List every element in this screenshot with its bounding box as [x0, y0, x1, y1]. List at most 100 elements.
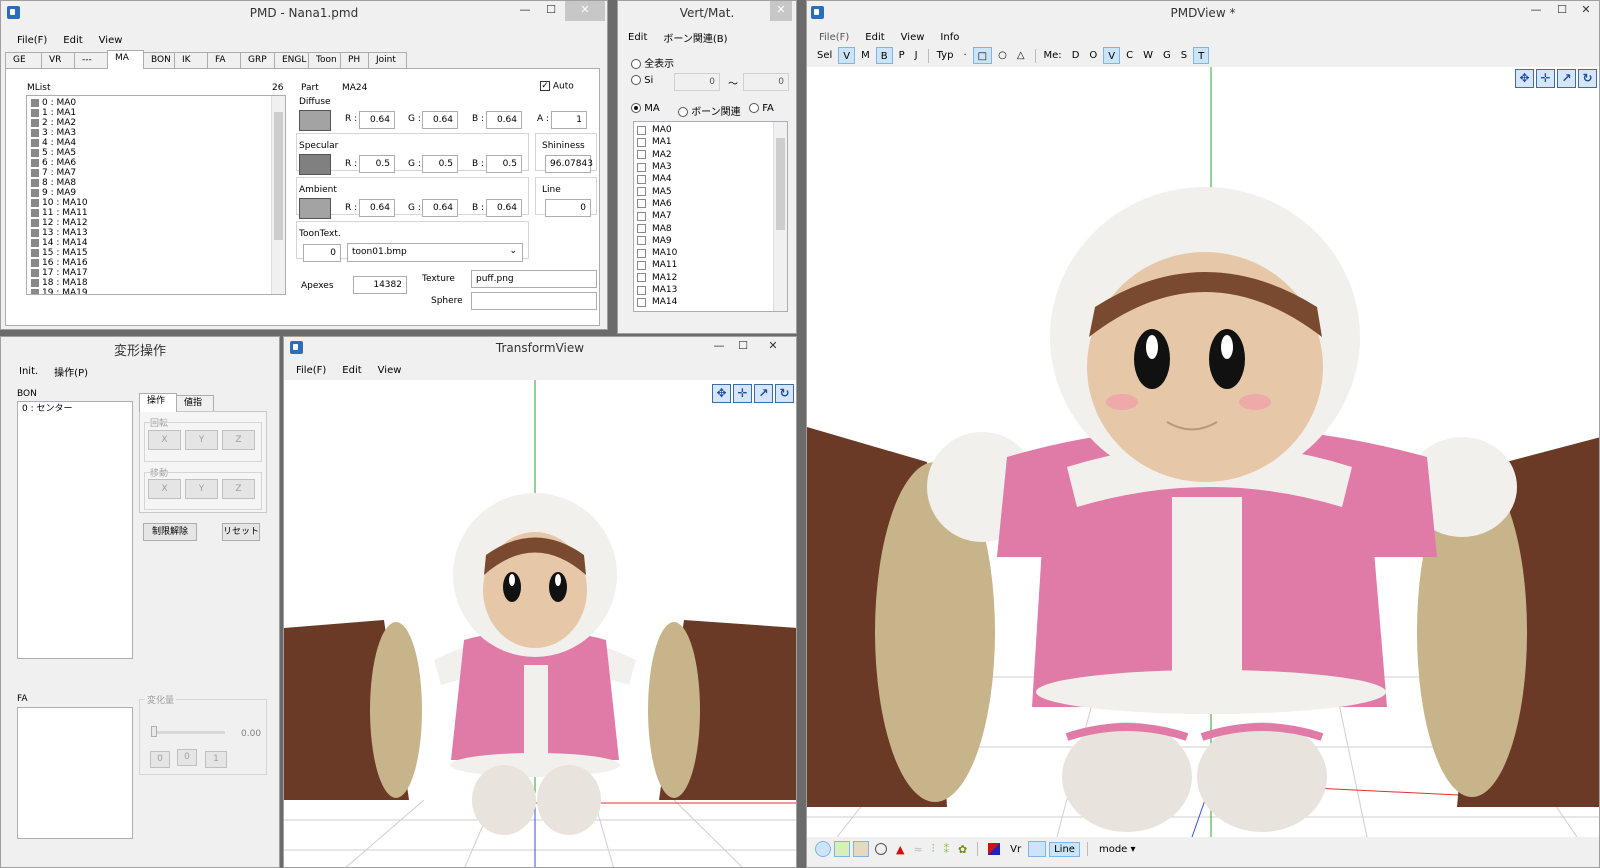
tab-bon[interactable]: BON: [143, 52, 175, 69]
bone-icon[interactable]: ⫶: [932, 842, 935, 856]
triangle-icon[interactable]: △: [1013, 47, 1029, 64]
menu-edit[interactable]: Edit: [620, 32, 655, 43]
zoom-icon[interactable]: ↗: [754, 384, 773, 403]
transform-viewport[interactable]: ✥ ✛ ↗ ↻: [284, 380, 796, 867]
tab-toon[interactable]: Toon: [308, 52, 341, 69]
list-item[interactable]: 0 : センター: [22, 404, 128, 414]
specular-swatch[interactable]: [299, 154, 331, 175]
light-icon[interactable]: [834, 841, 850, 857]
tool-j[interactable]: J: [911, 47, 922, 64]
edge-icon[interactable]: ≈: [913, 843, 922, 856]
tool-v[interactable]: V: [838, 47, 856, 64]
radio-bone[interactable]: ボーン関連: [678, 103, 741, 118]
list-item[interactable]: 0 : MA0: [31, 98, 281, 108]
texture-field[interactable]: puff.png: [471, 270, 597, 288]
list-item[interactable]: 2 : MA2: [31, 118, 281, 128]
list-item[interactable]: MA7: [637, 210, 784, 222]
list-item[interactable]: 13 : MA13: [31, 228, 281, 238]
list-item[interactable]: 8 : MA8: [31, 178, 281, 188]
specular-b-field[interactable]: 0.5: [486, 155, 522, 173]
move-icon[interactable]: ✛: [733, 384, 752, 403]
list-item[interactable]: 7 : MA7: [31, 168, 281, 178]
minimize-button[interactable]: —: [708, 337, 730, 357]
menu-file[interactable]: File(F): [811, 32, 857, 43]
checkbox[interactable]: [637, 248, 646, 258]
checkbox[interactable]: [637, 125, 646, 135]
checkbox[interactable]: [637, 150, 646, 160]
fa-one-button[interactable]: 1: [205, 751, 227, 768]
toon-index-field[interactable]: 0: [303, 244, 341, 262]
close-button[interactable]: ✕: [1575, 1, 1597, 21]
list-item[interactable]: 10 : MA10: [31, 198, 281, 208]
checkbox[interactable]: [637, 260, 646, 270]
radio-ma[interactable]: MA: [631, 103, 660, 114]
menu-operation[interactable]: 操作(P): [46, 364, 96, 379]
tab-ph[interactable]: PH: [340, 52, 369, 69]
shininess-field[interactable]: 96.07843: [545, 155, 593, 173]
unlimit-button[interactable]: 制限解除: [143, 523, 197, 541]
sphere-field[interactable]: [471, 292, 597, 310]
tab-ge[interactable]: GE: [5, 52, 42, 69]
tool-w[interactable]: W: [1139, 47, 1157, 64]
checkbox[interactable]: [637, 273, 646, 283]
move-icon[interactable]: ✛: [1536, 69, 1555, 88]
list-item[interactable]: 5 : MA5: [31, 148, 281, 158]
ik-icon[interactable]: ⁑: [943, 843, 949, 856]
ambient-r-field[interactable]: 0.64: [359, 199, 395, 217]
menu-edit[interactable]: Edit: [857, 32, 892, 43]
checkbox[interactable]: [637, 137, 646, 147]
checkbox[interactable]: [637, 199, 646, 209]
mlist-scrollbar[interactable]: [271, 96, 285, 294]
move-z-button[interactable]: Z: [222, 479, 255, 499]
checkbox[interactable]: [637, 297, 646, 307]
list-item[interactable]: MA4: [637, 173, 784, 185]
menu-info[interactable]: Info: [932, 32, 967, 43]
tab-value[interactable]: 値指定: [176, 395, 214, 423]
diffuse-a-field[interactable]: 1: [551, 111, 587, 129]
list-item[interactable]: MA6: [637, 198, 784, 210]
checkbox[interactable]: [637, 236, 646, 246]
view-mode-icon[interactable]: [815, 841, 831, 857]
vr-toggle[interactable]: Vr: [1010, 844, 1021, 855]
list-item[interactable]: 12 : MA12: [31, 218, 281, 228]
rotate-icon[interactable]: ↻: [775, 384, 794, 403]
auto-checkbox[interactable]: ✓ Auto: [540, 81, 574, 92]
physics-icon[interactable]: ✿: [958, 843, 967, 856]
ambient-swatch[interactable]: [299, 198, 331, 219]
fa-zero-button[interactable]: 0: [150, 751, 170, 768]
diffuse-swatch[interactable]: [299, 110, 331, 131]
list-item[interactable]: MA8: [637, 222, 784, 234]
tool-typ[interactable]: Typ: [933, 47, 958, 64]
tool-o[interactable]: O: [1085, 47, 1101, 64]
tool-p[interactable]: P: [895, 47, 909, 64]
rotate-y-button[interactable]: Y: [185, 430, 218, 450]
radio-icon[interactable]: [875, 843, 887, 855]
list-item[interactable]: 15 : MA15: [31, 248, 281, 258]
tool-c[interactable]: C: [1122, 47, 1137, 64]
checkbox[interactable]: [637, 162, 646, 172]
list-item[interactable]: MA10: [637, 247, 784, 259]
tab-vr[interactable]: VR: [41, 52, 75, 69]
si-to-field[interactable]: 0: [743, 73, 789, 91]
tool-t[interactable]: T: [1193, 47, 1210, 64]
tab-grp[interactable]: GRP: [240, 52, 275, 69]
list-item[interactable]: 9 : MA9: [31, 188, 281, 198]
triangle-icon[interactable]: ▲: [896, 843, 904, 856]
rotate-z-button[interactable]: Z: [222, 430, 255, 450]
line-toggle[interactable]: Line: [1049, 841, 1080, 857]
tool-dot[interactable]: ·: [959, 47, 970, 64]
tool-m[interactable]: M: [857, 47, 874, 64]
list-item[interactable]: 6 : MA6: [31, 158, 281, 168]
rotate-x-button[interactable]: X: [148, 430, 181, 450]
list-item[interactable]: MA13: [637, 284, 784, 296]
radio-show-all[interactable]: 全表示: [631, 55, 674, 70]
texture-icon[interactable]: [853, 841, 869, 857]
ambient-b-field[interactable]: 0.64: [486, 199, 522, 217]
color-icon[interactable]: [988, 843, 1001, 855]
radio-si[interactable]: Si: [631, 75, 653, 86]
list-item[interactable]: 19 : MA19: [31, 288, 281, 294]
menu-view[interactable]: View: [91, 35, 131, 46]
menu-file[interactable]: File(F): [288, 365, 334, 376]
tab-dash[interactable]: ---: [74, 52, 108, 69]
wire-icon[interactable]: [1028, 841, 1047, 857]
